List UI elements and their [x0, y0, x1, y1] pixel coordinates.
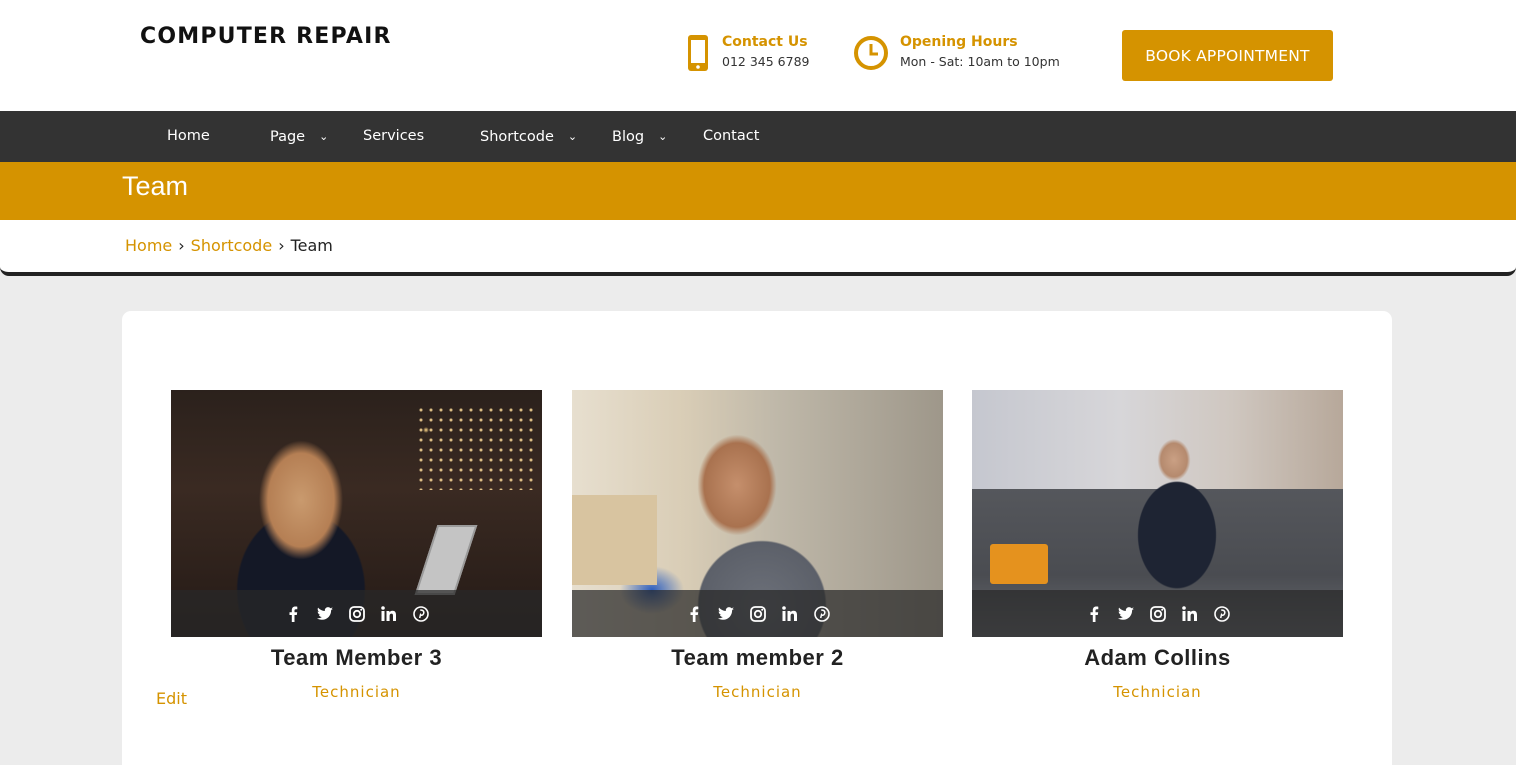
team-photo[interactable] [972, 390, 1343, 637]
nav-item-contact[interactable]: Contact [703, 111, 759, 162]
nav-item-blog[interactable]: Blog ⌄ [612, 111, 667, 162]
breadcrumb-shortcode[interactable]: Shortcode [191, 236, 273, 255]
nav-item-page[interactable]: Page ⌄ [270, 111, 328, 162]
site-header: COMPUTER REPAIR Contact Us 012 345 6789 … [0, 0, 1516, 111]
team-card: Team member 2 Technician [572, 390, 943, 701]
pinterest-icon[interactable] [1213, 605, 1231, 623]
breadcrumb-bar: Home › Shortcode › Team [0, 220, 1516, 276]
social-links [572, 590, 943, 637]
nav-item-home[interactable]: Home [167, 111, 210, 162]
member-role: Technician [1113, 683, 1202, 701]
instagram-icon[interactable] [749, 605, 767, 623]
member-role: Technician [312, 683, 401, 701]
chevron-down-icon: ⌄ [658, 130, 668, 143]
team-card: Team Member 3 Technician [171, 390, 542, 701]
pinterest-icon[interactable] [813, 605, 831, 623]
contact-title[interactable]: Contact Us [722, 33, 809, 51]
team-photo[interactable] [572, 390, 943, 637]
instagram-icon[interactable] [1149, 605, 1167, 623]
social-links [171, 590, 542, 637]
contact-info: Contact Us 012 345 6789 [686, 33, 809, 73]
instagram-icon[interactable] [348, 605, 366, 623]
breadcrumb-separator: › [278, 236, 285, 255]
linkedin-icon[interactable] [781, 605, 799, 623]
breadcrumb: Home › Shortcode › Team [125, 236, 333, 255]
member-name[interactable]: Adam Collins [972, 645, 1343, 671]
pinterest-icon[interactable] [412, 605, 430, 623]
facebook-icon[interactable] [284, 605, 302, 623]
book-appointment-button[interactable]: BOOK APPOINTMENT [1122, 30, 1333, 81]
main-nav: Home Page ⌄ Services Shortcode ⌄ Blog ⌄ Con… [0, 111, 1516, 162]
twitter-icon[interactable] [316, 605, 334, 623]
facebook-icon[interactable] [1085, 605, 1103, 623]
phone-icon [686, 33, 720, 73]
hours-value: Mon - Sat: 10am to 10pm [900, 54, 1060, 69]
social-links [972, 590, 1343, 637]
member-name[interactable]: Team member 2 [572, 645, 943, 671]
twitter-icon[interactable] [1117, 605, 1135, 623]
page-title: Team [122, 171, 189, 201]
team-section: Team Member 3 Technician Team member 2 T… [122, 311, 1392, 765]
member-role: Technician [713, 683, 802, 701]
breadcrumb-current: Team [290, 236, 333, 255]
chevron-down-icon: ⌄ [567, 130, 578, 143]
linkedin-icon[interactable] [380, 605, 398, 623]
chevron-down-icon: ⌄ [319, 130, 329, 143]
breadcrumb-home[interactable]: Home [125, 236, 172, 255]
opening-hours: Opening Hours Mon - Sat: 10am to 10pm [853, 33, 1060, 73]
breadcrumb-separator: › [178, 236, 185, 255]
site-logo[interactable]: COMPUTER REPAIR [140, 24, 392, 49]
edit-link[interactable]: Edit [156, 689, 187, 708]
twitter-icon[interactable] [717, 605, 735, 623]
team-photo[interactable] [171, 390, 542, 637]
page-title-band: Team [0, 162, 1516, 220]
member-name[interactable]: Team Member 3 [171, 645, 542, 671]
clock-icon [853, 33, 898, 73]
hours-title: Opening Hours [900, 34, 1018, 50]
linkedin-icon[interactable] [1181, 605, 1199, 623]
nav-item-shortcode[interactable]: Shortcode ⌄ [480, 111, 577, 162]
nav-item-services[interactable]: Services [363, 111, 424, 162]
team-card: Adam Collins Technician [972, 390, 1343, 701]
facebook-icon[interactable] [685, 605, 703, 623]
contact-phone: 012 345 6789 [722, 54, 810, 69]
